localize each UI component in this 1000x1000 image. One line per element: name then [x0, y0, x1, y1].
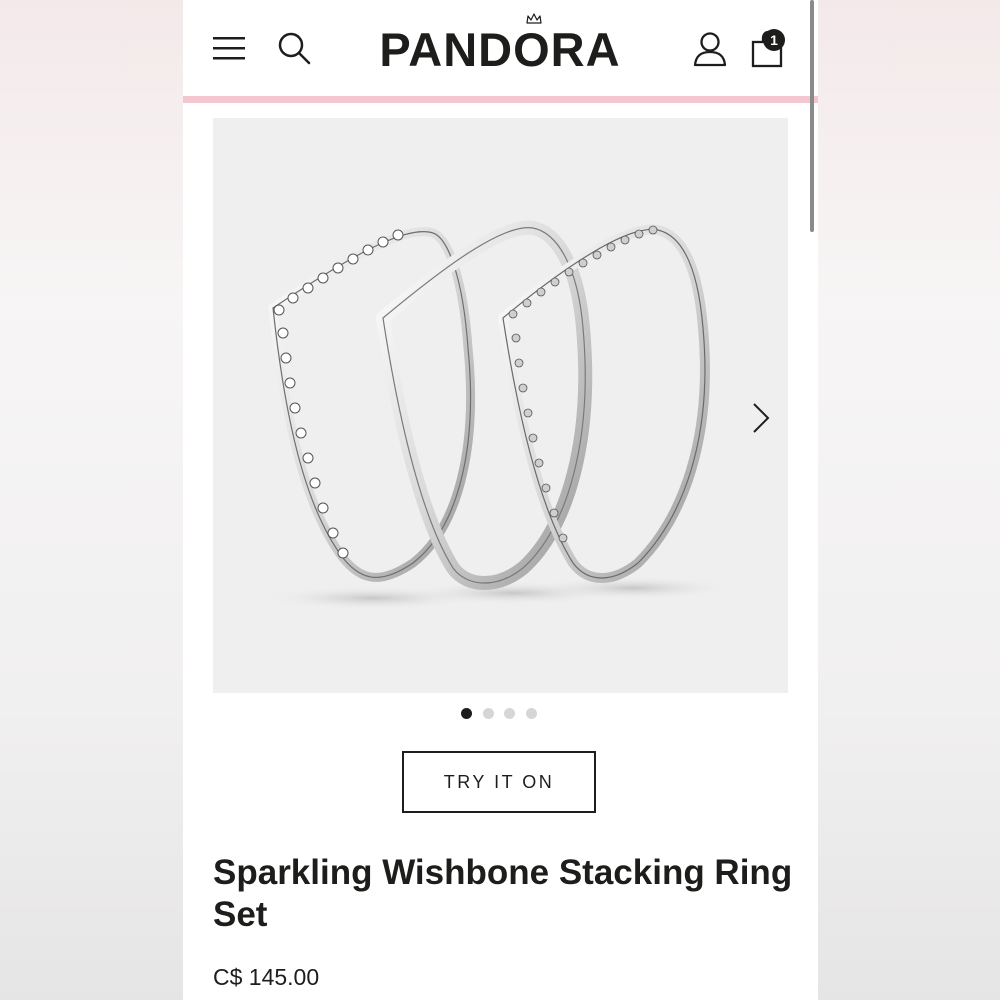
- product-title: Sparkling Wishbone Stacking Ring Set: [213, 853, 793, 934]
- background-left: [0, 0, 183, 1000]
- promo-divider: [183, 96, 818, 103]
- product-image: [263, 220, 733, 610]
- pagination-dot-1[interactable]: [461, 708, 472, 719]
- search-icon[interactable]: [277, 31, 311, 65]
- site-header: PANDORA 1: [183, 0, 818, 96]
- pagination-dot-3[interactable]: [504, 708, 515, 719]
- mobile-page: PANDORA 1 TRY IT ON Sparkling Wishbone S…: [183, 0, 818, 1000]
- background-right: [818, 0, 1000, 1000]
- gallery-pagination: [461, 708, 541, 720]
- product-price: C$ 145.00: [213, 964, 320, 990]
- try-it-on-button[interactable]: TRY IT ON: [402, 751, 596, 813]
- scrollbar-thumb[interactable]: [810, 0, 814, 232]
- chevron-right-icon[interactable]: [749, 400, 773, 436]
- brand-logo[interactable]: PANDORA: [375, 22, 625, 78]
- product-image-gallery[interactable]: [213, 118, 788, 693]
- account-icon[interactable]: [693, 31, 727, 67]
- cart-count-badge: 1: [763, 29, 785, 51]
- pagination-dot-2[interactable]: [483, 708, 494, 719]
- menu-icon[interactable]: [213, 34, 247, 62]
- pagination-dot-4[interactable]: [526, 708, 537, 719]
